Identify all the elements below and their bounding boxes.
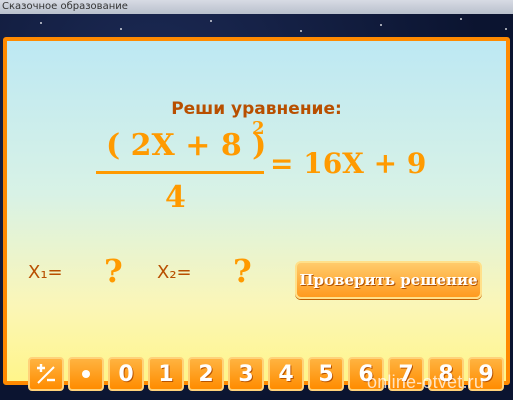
sign-toggle-key[interactable] [28,357,64,391]
star [380,24,382,26]
equation-numerator: ( 2X + 8 ) [106,128,267,163]
star [505,28,507,30]
fraction-line [96,171,264,174]
digit-key-3[interactable]: 3 [228,357,264,391]
x2-label: X₂= [157,262,192,283]
equation-right-side: = 16X + 9 [270,147,427,180]
star [210,20,212,22]
plus-minus-icon [37,364,55,384]
x2-answer-slot[interactable]: ? [233,252,252,290]
digit-key-4[interactable]: 4 [268,357,304,391]
task-panel: Реши уравнение: [3,37,510,385]
dot-icon [82,370,90,378]
star [300,30,302,32]
star [120,28,122,30]
equation-denominator: 4 [165,180,186,215]
digit-key-2[interactable]: 2 [188,357,224,391]
task-heading: Реши уравнение: [171,99,342,119]
star [460,18,462,20]
digit-key-0[interactable]: 0 [108,357,144,391]
digit-key-1[interactable]: 1 [148,357,184,391]
x1-label: X₁= [28,262,63,283]
digit-key-5[interactable]: 5 [308,357,344,391]
site-watermark: online-otvet.ru [367,372,485,392]
window-title: Сказочное образование [0,0,513,14]
star [40,22,42,24]
equation-exponent: 2 [252,118,265,139]
x1-answer-slot[interactable]: ? [104,252,123,290]
decimal-point-key[interactable] [68,357,104,391]
check-solution-button[interactable]: Проверить решение [295,261,482,299]
